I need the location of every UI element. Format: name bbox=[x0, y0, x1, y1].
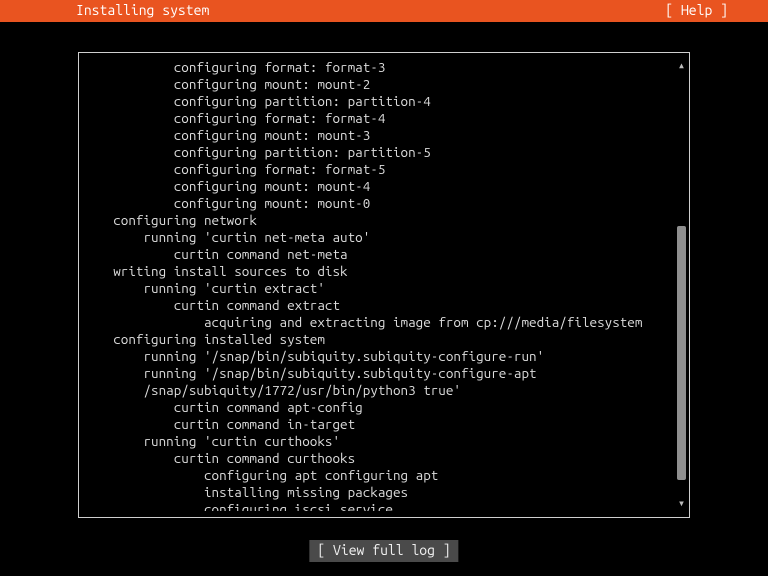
scroll-up-arrow-icon[interactable]: ▴ bbox=[677, 61, 686, 71]
log-scrollbar[interactable]: ▴ ▾ bbox=[677, 61, 686, 509]
install-log: configuring format: format-3configuring … bbox=[83, 59, 681, 511]
log-line: running 'curtin net-meta auto' bbox=[83, 229, 681, 246]
log-line: configuring network bbox=[83, 212, 681, 229]
log-line: configuring mount: mount-4 bbox=[83, 178, 681, 195]
log-line: curtin command extract bbox=[83, 297, 681, 314]
help-button[interactable]: [ Help ] bbox=[665, 2, 728, 20]
scroll-track[interactable] bbox=[677, 73, 686, 497]
log-line: running 'curtin curthooks' bbox=[83, 433, 681, 450]
log-line: installing missing packages bbox=[83, 484, 681, 501]
log-line: configuring mount: mount-0 bbox=[83, 195, 681, 212]
log-line: configuring iscsi service bbox=[83, 501, 681, 511]
log-line: running '/snap/bin/subiquity.subiquity-c… bbox=[83, 348, 681, 365]
log-line: configuring partition: partition-4 bbox=[83, 93, 681, 110]
scroll-down-arrow-icon[interactable]: ▾ bbox=[677, 499, 686, 509]
log-line: configuring apt configuring apt bbox=[83, 467, 681, 484]
view-full-log-button[interactable]: [ View full log ] bbox=[309, 540, 458, 562]
log-line: curtin command apt-config bbox=[83, 399, 681, 416]
installer-stage: configuring format: format-3configuring … bbox=[0, 22, 768, 576]
log-line: curtin command curthooks bbox=[83, 450, 681, 467]
log-line: curtin command in-target bbox=[83, 416, 681, 433]
log-line: configuring mount: mount-3 bbox=[83, 127, 681, 144]
log-line: curtin command net-meta bbox=[83, 246, 681, 263]
scroll-thumb[interactable] bbox=[677, 226, 686, 480]
log-line: configuring partition: partition-5 bbox=[83, 144, 681, 161]
log-line: configuring format: format-5 bbox=[83, 161, 681, 178]
page-title: Installing system bbox=[76, 2, 209, 20]
log-line: running '/snap/bin/subiquity.subiquity-c… bbox=[83, 365, 681, 399]
log-line: configuring installed system bbox=[83, 331, 681, 348]
install-log-box: configuring format: format-3configuring … bbox=[78, 52, 690, 518]
log-line: configuring format: format-3 bbox=[83, 59, 681, 76]
log-line: writing install sources to disk bbox=[83, 263, 681, 280]
log-line: configuring format: format-4 bbox=[83, 110, 681, 127]
header-bar: Installing system [ Help ] bbox=[0, 0, 768, 22]
log-line: acquiring and extracting image from cp:/… bbox=[83, 314, 681, 331]
log-line: running 'curtin extract' bbox=[83, 280, 681, 297]
log-line: configuring mount: mount-2 bbox=[83, 76, 681, 93]
